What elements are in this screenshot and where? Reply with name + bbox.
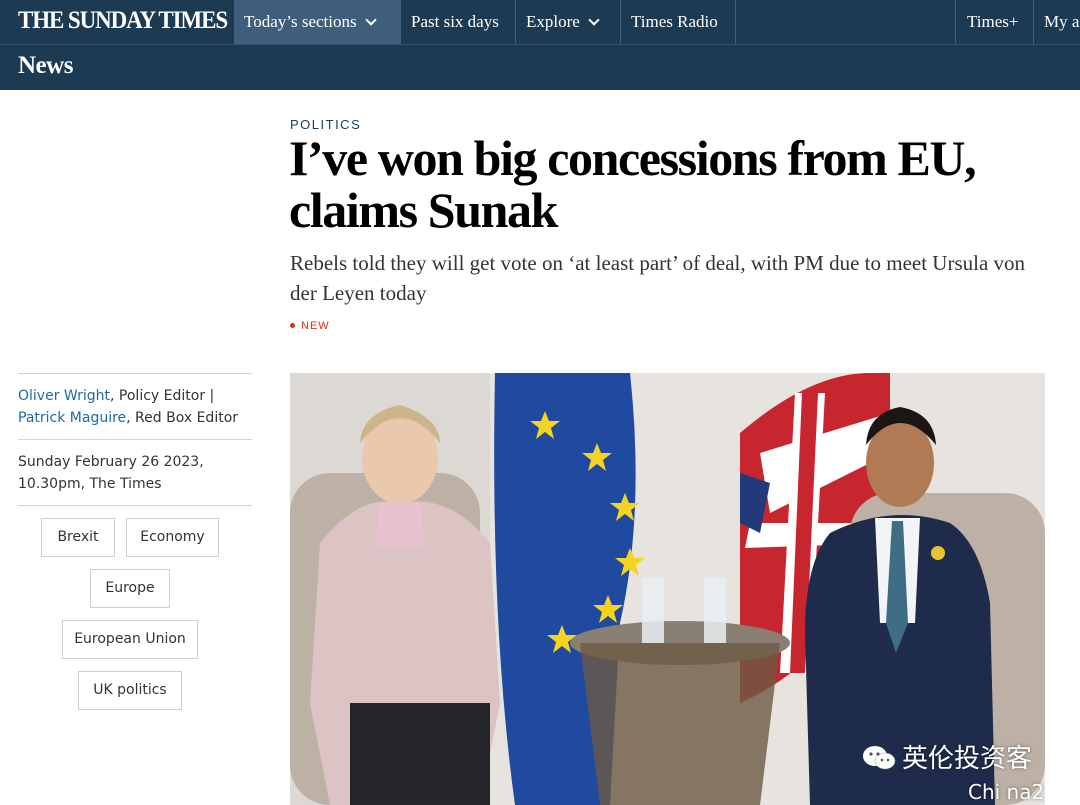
headline-line-2: claims Sunak <box>289 182 558 238</box>
divider <box>18 373 252 374</box>
nav-my-account-label: My a <box>1044 12 1080 31</box>
author-link-oliver-wright[interactable]: Oliver Wright <box>18 388 110 404</box>
nav-times-radio[interactable]: Times Radio <box>621 0 736 44</box>
byline-role-2: , Red Box Editor <box>126 410 239 426</box>
headline-line-1: I’ve won big concessions from EU, <box>289 130 977 186</box>
article-headline: I’ve won big concessions from EU, claims… <box>289 132 1049 236</box>
nav-times-plus[interactable]: Times+ <box>957 0 1034 44</box>
new-badge-label: NEW <box>301 320 330 332</box>
section-title[interactable]: News <box>18 52 73 80</box>
new-badge: NEW <box>290 320 330 332</box>
nav-todays-sections-label: Today’s sections <box>244 12 357 31</box>
tag-economy[interactable]: Economy <box>126 518 219 557</box>
nav-divider <box>955 0 956 44</box>
chevron-down-icon <box>588 14 600 26</box>
byline-role-1: , Policy Editor | <box>110 388 215 404</box>
nav-times-plus-label: Times+ <box>967 12 1019 31</box>
divider <box>18 505 252 506</box>
section-bar: News <box>0 45 1080 90</box>
dot-icon <box>290 323 295 328</box>
nav-past-six-days[interactable]: Past six days <box>401 0 516 44</box>
divider <box>18 439 252 440</box>
nav-explore[interactable]: Explore <box>516 0 621 44</box>
article-dateline: Sunday February 26 2023, 10.30pm, The Ti… <box>18 454 204 492</box>
top-nav-bar: THE SUNDAY TIMES Today’s sections Past s… <box>0 0 1080 45</box>
tag-european-union[interactable]: European Union <box>62 620 198 659</box>
watermark-subtext: Chi na2 <box>968 780 1045 804</box>
tag-brexit[interactable]: Brexit <box>41 518 115 557</box>
wechat-icon <box>863 746 896 770</box>
byline: Oliver Wright, Policy Editor | Patrick M… <box>18 385 258 429</box>
nav-my-account[interactable]: My a <box>1034 0 1080 44</box>
nav-todays-sections[interactable]: Today’s sections <box>234 0 401 44</box>
nav-explore-label: Explore <box>526 12 580 31</box>
nav-times-radio-label: Times Radio <box>631 12 718 31</box>
tag-europe[interactable]: Europe <box>90 569 170 608</box>
site-logo[interactable]: THE SUNDAY TIMES <box>18 7 228 35</box>
watermark: 英伦投资客 <box>862 738 1032 775</box>
nav-past-six-days-label: Past six days <box>411 12 499 31</box>
author-link-patrick-maguire[interactable]: Patrick Maguire <box>18 410 126 426</box>
tag-uk-politics[interactable]: UK politics <box>78 671 182 710</box>
watermark-text: 英伦投资客 <box>902 744 1033 774</box>
article-standfirst: Rebels told they will get vote on ‘at le… <box>290 251 1026 305</box>
chevron-down-icon <box>364 14 377 26</box>
